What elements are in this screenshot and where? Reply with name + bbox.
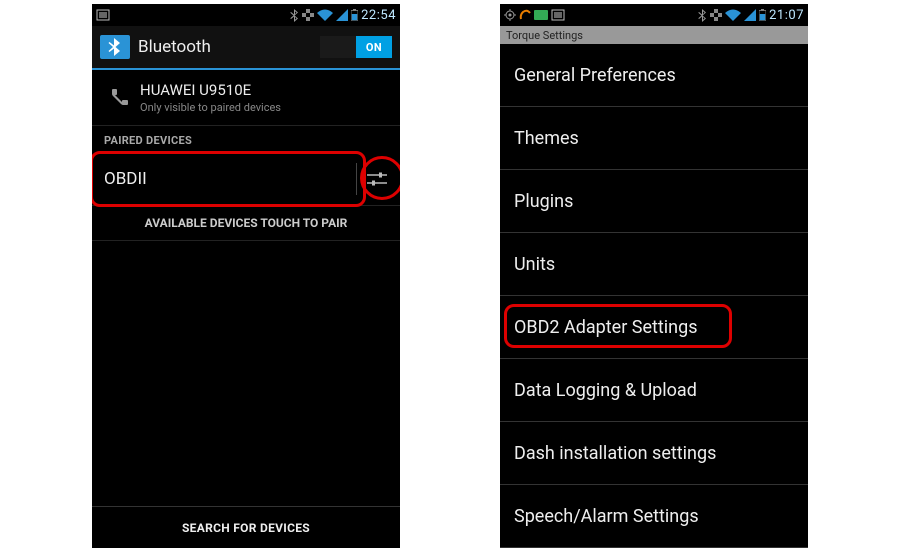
settings-status-icon	[302, 9, 314, 21]
settings-item-plugins[interactable]: Plugins	[500, 170, 808, 233]
signal-icon	[744, 9, 756, 21]
torque-app-icon	[519, 9, 531, 21]
gps-icon	[504, 9, 516, 21]
toggle-on-label: ON	[356, 36, 392, 58]
sliders-icon	[367, 171, 387, 187]
torque-settings-title: Torque Settings	[500, 26, 808, 44]
wifi-icon	[725, 9, 741, 21]
phone-bluetooth-settings: 22:54 Bluetooth ON HUAWEI U9510E Only vi…	[92, 4, 400, 548]
phone-icon	[104, 87, 134, 109]
battery-icon	[351, 9, 358, 21]
bluetooth-toggle[interactable]: ON	[320, 36, 392, 58]
bluetooth-icon	[100, 35, 130, 59]
settings-item-general-preferences[interactable]: General Preferences	[500, 44, 808, 107]
settings-item-data-logging[interactable]: Data Logging & Upload	[500, 359, 808, 422]
bluetooth-status-icon	[290, 9, 299, 22]
settings-item-dash-installation[interactable]: Dash installation settings	[500, 422, 808, 485]
status-bar: 21:07	[500, 4, 808, 26]
device-settings-button[interactable]	[356, 163, 388, 195]
screenshot-icon	[96, 9, 110, 21]
bluetooth-header: Bluetooth ON	[92, 26, 400, 70]
wifi-icon	[317, 9, 333, 21]
paired-device-obdii[interactable]: OBDII	[92, 153, 400, 205]
dashboard-icon	[534, 10, 548, 20]
clock: 21:07	[769, 8, 804, 23]
page-title: Bluetooth	[138, 37, 320, 57]
settings-item-speech-alarm[interactable]: Speech/Alarm Settings	[500, 485, 808, 548]
settings-item-themes[interactable]: Themes	[500, 107, 808, 170]
device-subtitle: Only visible to paired devices	[140, 101, 281, 114]
available-devices-label: AVAILABLE DEVICES TOUCH TO PAIR	[92, 205, 400, 241]
settings-status-icon	[710, 9, 722, 21]
screenshot-icon	[551, 9, 565, 21]
phone-torque-settings: 21:07 Torque Settings General Preference…	[500, 4, 808, 548]
clock: 22:54	[361, 8, 396, 23]
settings-item-units[interactable]: Units	[500, 233, 808, 296]
paired-devices-label: PAIRED DEVICES	[92, 126, 400, 153]
signal-icon	[336, 9, 348, 21]
settings-item-obd2-adapter[interactable]: OBD2 Adapter Settings	[500, 296, 808, 359]
paired-device-name: OBDII	[104, 169, 147, 189]
settings-list: General Preferences Themes Plugins Units…	[500, 44, 808, 548]
status-bar: 22:54	[92, 4, 400, 26]
device-name: HUAWEI U9510E	[140, 81, 281, 99]
battery-icon	[759, 9, 766, 21]
search-for-devices-button[interactable]: SEARCH FOR DEVICES	[92, 506, 400, 548]
bluetooth-status-icon	[698, 9, 707, 22]
this-device-row[interactable]: HUAWEI U9510E Only visible to paired dev…	[92, 70, 400, 126]
